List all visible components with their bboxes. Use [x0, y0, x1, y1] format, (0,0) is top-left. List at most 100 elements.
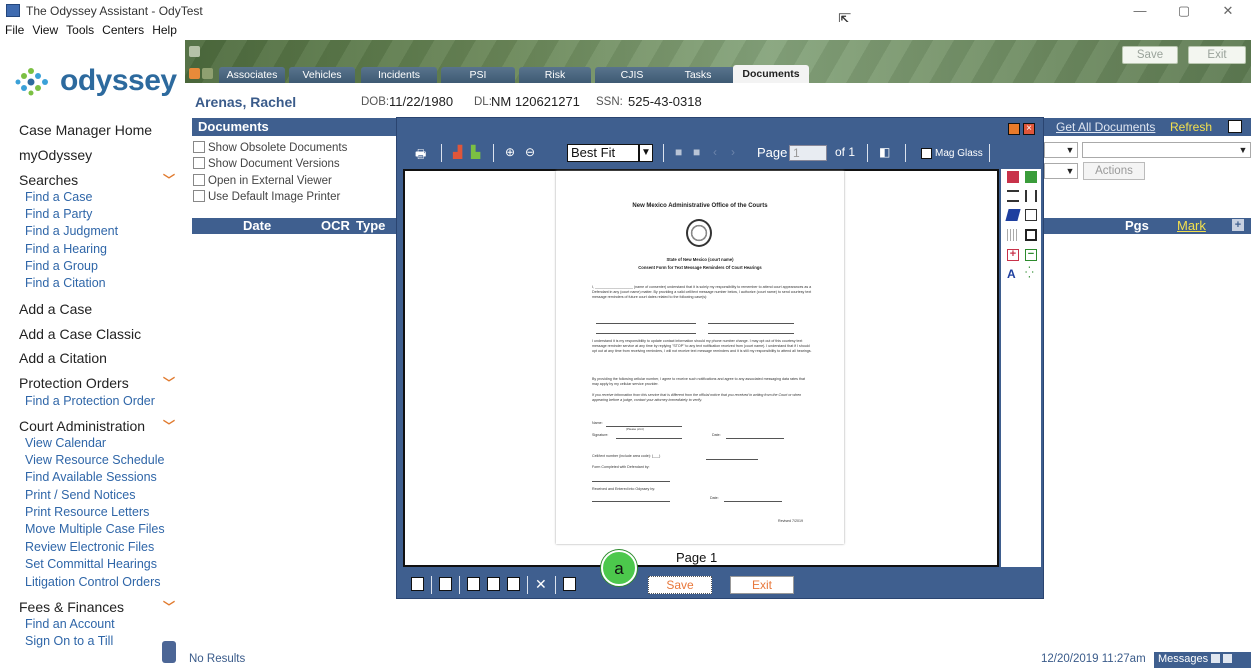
pin-tool-icon[interactable]: [1025, 171, 1037, 183]
nav-scroll-toggle-icon[interactable]: [162, 641, 176, 663]
minimize-button[interactable]: —: [1120, 2, 1160, 20]
tab-incidents[interactable]: Incidents: [361, 67, 437, 83]
refresh-link[interactable]: Refresh: [1170, 120, 1212, 134]
tab-risk[interactable]: Risk: [519, 67, 591, 83]
first-page-icon[interactable]: ■: [675, 145, 682, 159]
note-tool-icon[interactable]: [1025, 209, 1037, 221]
tab-documents[interactable]: Documents: [733, 65, 809, 83]
nav-view-resource-schedule[interactable]: View Resource Schedule: [25, 453, 164, 467]
tab-tasks[interactable]: Tasks: [661, 67, 735, 83]
rotate-right-icon[interactable]: ▙: [471, 145, 480, 159]
col-ocr[interactable]: OCR: [321, 218, 350, 233]
close-button[interactable]: ✕: [1208, 2, 1248, 20]
text-tool-icon[interactable]: A: [1007, 268, 1019, 280]
highlight-tool-icon[interactable]: [1005, 209, 1021, 221]
rotate-left-icon[interactable]: ▟: [453, 145, 462, 159]
nav-print-send-notices[interactable]: Print / Send Notices: [25, 488, 135, 502]
nav-find-a-group[interactable]: Find a Group: [25, 259, 98, 273]
header-exit-button[interactable]: Exit: [1188, 46, 1246, 64]
nav-view-calendar[interactable]: View Calendar: [25, 436, 106, 450]
filter-select-2[interactable]: ▼: [1082, 142, 1251, 158]
option-open-external[interactable]: Open in External Viewer: [193, 174, 332, 187]
nav-print-resource-letters[interactable]: Print Resource Letters: [25, 505, 149, 519]
dropdown-arrow-icon[interactable]: ▼: [1063, 164, 1077, 178]
tab-associates[interactable]: Associates: [219, 67, 285, 83]
page-number-input[interactable]: 1: [789, 145, 827, 161]
message-icon[interactable]: [1223, 654, 1233, 663]
add-column-icon[interactable]: +: [1232, 219, 1244, 231]
checkbox-icon[interactable]: [193, 190, 205, 202]
nav-find-a-party[interactable]: Find a Party: [25, 207, 92, 221]
save-page-icon[interactable]: [467, 577, 480, 591]
nav-find-a-case[interactable]: Find a Case: [25, 190, 92, 204]
dropdown-arrow-icon[interactable]: ▼: [639, 144, 653, 162]
nav-sign-on-to-a-till[interactable]: Sign On to a Till: [25, 634, 113, 648]
nav-add-a-case[interactable]: Add a Case: [19, 301, 92, 317]
close-icon[interactable]: ×: [1023, 123, 1035, 135]
menu-view[interactable]: View: [28, 22, 62, 37]
nav-move-multiple-case-files[interactable]: Move Multiple Case Files: [25, 522, 165, 536]
add-tab-icon[interactable]: [189, 68, 200, 79]
contrast-icon[interactable]: ◧: [879, 145, 890, 159]
scan-icon[interactable]: [1228, 120, 1242, 133]
viewer-save-button[interactable]: Save: [648, 576, 712, 594]
zoom-in-icon[interactable]: ⊕: [505, 145, 515, 159]
prev-page-icon[interactable]: ■: [693, 145, 700, 159]
chevron-right-icon[interactable]: ›: [731, 145, 735, 159]
tab-cjis[interactable]: CJIS: [595, 67, 669, 83]
option-show-versions[interactable]: Show Document Versions: [193, 157, 340, 170]
messages-box[interactable]: Messages: [1154, 652, 1251, 668]
print-icon[interactable]: 🖶: [415, 145, 426, 166]
get-all-documents-link[interactable]: Get All Documents: [1056, 120, 1155, 134]
nav-set-committal-hearings[interactable]: Set Committal Hearings: [25, 557, 157, 571]
delete-icon[interactable]: ✕: [535, 576, 547, 593]
checkbox-icon[interactable]: [193, 141, 205, 153]
menu-tools[interactable]: Tools: [62, 22, 98, 37]
option-default-printer[interactable]: Use Default Image Printer: [193, 190, 340, 203]
remove-page-icon[interactable]: −: [1025, 249, 1037, 261]
stamp-tool-icon[interactable]: ⁛: [1025, 268, 1037, 280]
lines-horizontal-icon[interactable]: [1007, 190, 1019, 202]
filter-select-1[interactable]: ▼: [1044, 142, 1078, 158]
checkbox-icon[interactable]: [193, 157, 205, 169]
export-alt-icon[interactable]: [563, 577, 576, 591]
lines-vertical-icon[interactable]: [1025, 190, 1037, 202]
chevron-left-icon[interactable]: ‹: [713, 145, 717, 159]
menu-help[interactable]: Help: [148, 22, 181, 37]
dropdown-arrow-icon[interactable]: ▼: [1236, 143, 1250, 157]
save-all-icon[interactable]: [487, 577, 500, 591]
zoom-fit-select[interactable]: Best Fit: [567, 144, 639, 162]
save-copy-icon[interactable]: [507, 577, 520, 591]
export-icon[interactable]: [411, 577, 424, 591]
actions-button[interactable]: Actions: [1083, 162, 1145, 180]
nav-myodyssey[interactable]: myOdyssey: [19, 147, 92, 163]
nav-court-administration[interactable]: Court Administration: [19, 418, 145, 434]
nav-review-electronic-files[interactable]: Review Electronic Files: [25, 540, 154, 554]
collapse-icon[interactable]: [189, 46, 200, 57]
restore-icon[interactable]: [1008, 123, 1020, 135]
mag-glass-checkbox[interactable]: [921, 148, 932, 159]
header-save-button[interactable]: Save: [1122, 46, 1178, 64]
chevron-down-icon[interactable]: ﹀: [163, 171, 175, 188]
rectangle-tool-icon[interactable]: [1025, 229, 1037, 241]
redact-tool-icon[interactable]: [1007, 171, 1019, 183]
filter-select-3[interactable]: ▼: [1044, 163, 1078, 179]
nav-find-an-account[interactable]: Find an Account: [25, 617, 115, 631]
prev-tab-icon[interactable]: [202, 68, 213, 79]
nav-find-a-hearing[interactable]: Find a Hearing: [25, 242, 107, 256]
menu-file[interactable]: File: [1, 22, 28, 37]
nav-fees-finances[interactable]: Fees & Finances: [19, 599, 124, 615]
nav-add-a-case-classic[interactable]: Add a Case Classic: [19, 326, 141, 342]
nav-litigation-control-orders[interactable]: Litigation Control Orders: [25, 575, 160, 589]
option-show-obsolete[interactable]: Show Obsolete Documents: [193, 141, 347, 154]
checkbox-icon[interactable]: [193, 174, 205, 186]
nav-find-a-citation[interactable]: Find a Citation: [25, 276, 106, 290]
nav-add-a-citation[interactable]: Add a Citation: [19, 350, 107, 366]
tab-vehicles[interactable]: Vehicles: [289, 67, 355, 83]
col-pgs[interactable]: Pgs: [1125, 218, 1149, 233]
open-icon[interactable]: [439, 577, 452, 591]
add-page-icon[interactable]: +: [1007, 249, 1019, 261]
chevron-down-icon[interactable]: ﹀: [163, 417, 175, 434]
zoom-out-icon[interactable]: ⊖: [525, 145, 535, 159]
nav-protection-orders[interactable]: Protection Orders: [19, 375, 129, 391]
